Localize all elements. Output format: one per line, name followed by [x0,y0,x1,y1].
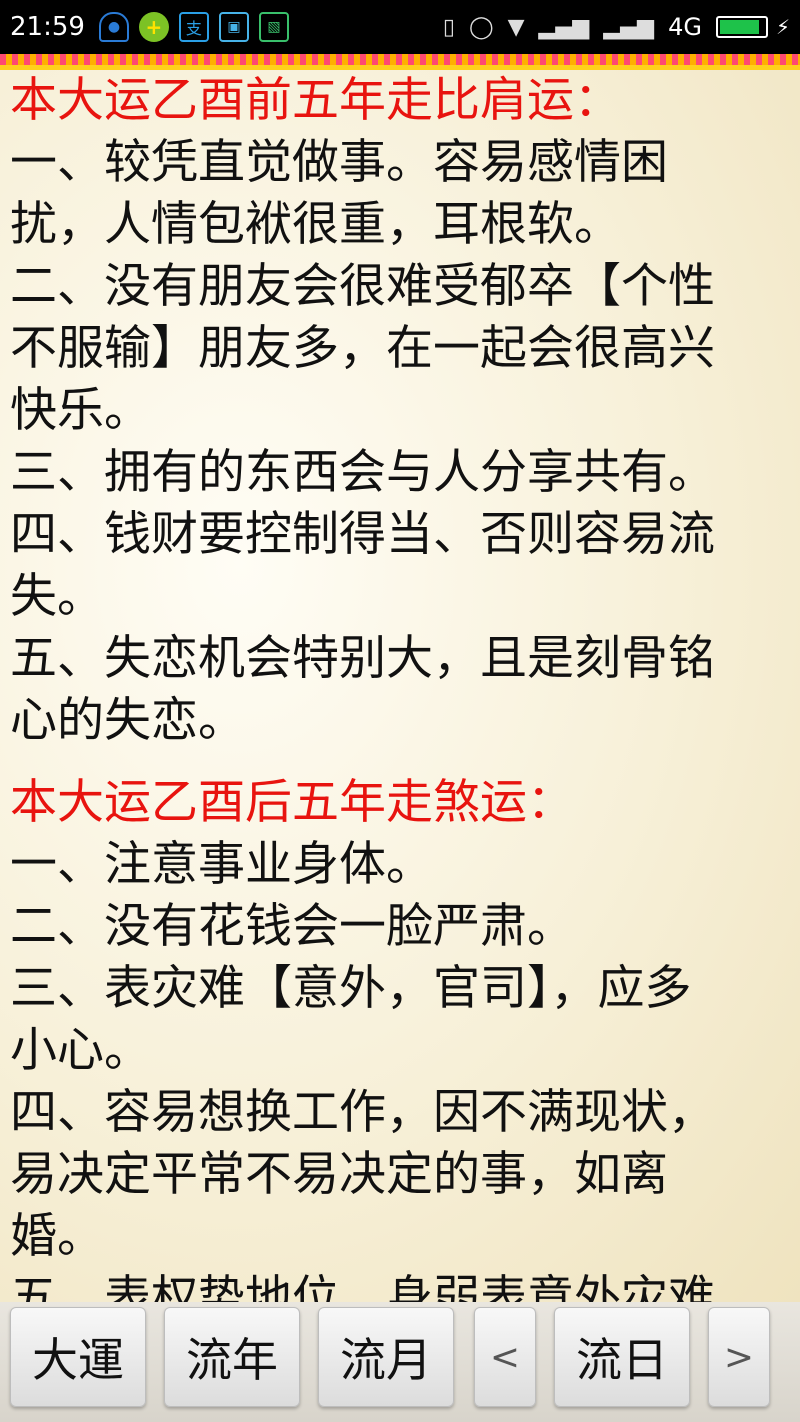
text-line: 四、钱财要控制得当、否则容易流 [10,507,715,562]
lock-notification-icon: ● [98,12,129,42]
section-heading: 本大运乙酉前五年走比肩运： [10,73,621,128]
text-line: 五、表权势地位，身弱表意外灾难 [10,1271,715,1302]
text-line: 失。 [10,569,104,624]
sim-notification-icon: ▧ [258,12,289,42]
alipay-notification-icon: 支 [178,12,209,42]
section-last-five-years: 本大运乙酉后五年走煞运： 一、注意事业身体。 二、没有花钱会一脸严肃。 三、表灾… [10,772,790,1302]
text-line: 二、没有朋友会很难受郁卒【个性 [10,259,715,314]
text-line: 四、容易想换工作，因不满现状， [10,1085,715,1140]
alarm-icon: ◯ [469,14,494,40]
battery-level [719,20,760,34]
network-type: 4G [668,13,702,41]
section-first-five-years: 本大运乙酉前五年走比肩运： 一、较凭直觉做事。容易感情困 扰，人情包袱很重，耳根… [10,70,790,752]
text-line: 一、注意事业身体。 [10,837,433,892]
wifi-icon: ▼ [507,14,525,40]
text-line: 心的失恋。 [10,693,245,748]
next-button[interactable]: > [708,1307,770,1407]
text-line: 扰，人情包袱很重，耳根软。 [10,197,621,252]
status-bar: 21:59 ● + 支 ▣ ▧ ▯ ◯ ▼ ▂▄▆ ▂▄▆ 4G ⚡ [0,0,800,54]
signal-icon-2: ▂▄▆ [603,14,655,40]
decorative-border [0,54,800,70]
text-line: 婚。 [10,1209,104,1264]
text-line: 小心。 [10,1023,151,1078]
text-line: 易决定平常不易决定的事，如离 [10,1147,668,1202]
scan-notification-icon: ▣ [218,12,249,42]
text-line: 三、表灾难【意外，官司】，应多 [10,961,692,1016]
battery-icon [715,16,768,38]
vibrate-icon: ▯ [442,14,455,40]
plus-notification-icon: + [138,12,169,42]
clock: 21:59 [10,12,85,42]
signal-icon: ▂▄▆ [538,14,590,40]
liuyue-button[interactable]: 流月 [318,1307,454,1407]
text-line: 二、没有花钱会一脸严肃。 [10,899,574,954]
charging-icon: ⚡ [775,15,790,39]
text-line: 快乐。 [10,383,151,438]
dayun-button[interactable]: 大運 [10,1307,146,1407]
bottom-nav-bar: 大運 流年 流月 < 流日 > [0,1302,800,1422]
text-line: 五、失恋机会特别大，且是刻骨铭 [10,631,715,686]
section-heading: 本大运乙酉后五年走煞运： [10,775,574,830]
system-icons: ▯ ◯ ▼ ▂▄▆ ▂▄▆ 4G ⚡ [443,13,790,41]
liunian-button[interactable]: 流年 [164,1307,300,1407]
text-line: 三、拥有的东西会与人分享共有。 [10,445,715,500]
liuri-button[interactable]: 流日 [554,1307,690,1407]
text-line: 不服输】朋友多，在一起会很高兴 [10,321,715,376]
prev-button[interactable]: < [474,1307,536,1407]
text-line: 一、较凭直觉做事。容易感情困 [10,135,668,190]
reading-content[interactable]: 本大运乙酉前五年走比肩运： 一、较凭直觉做事。容易感情困 扰，人情包袱很重，耳根… [0,70,800,1302]
